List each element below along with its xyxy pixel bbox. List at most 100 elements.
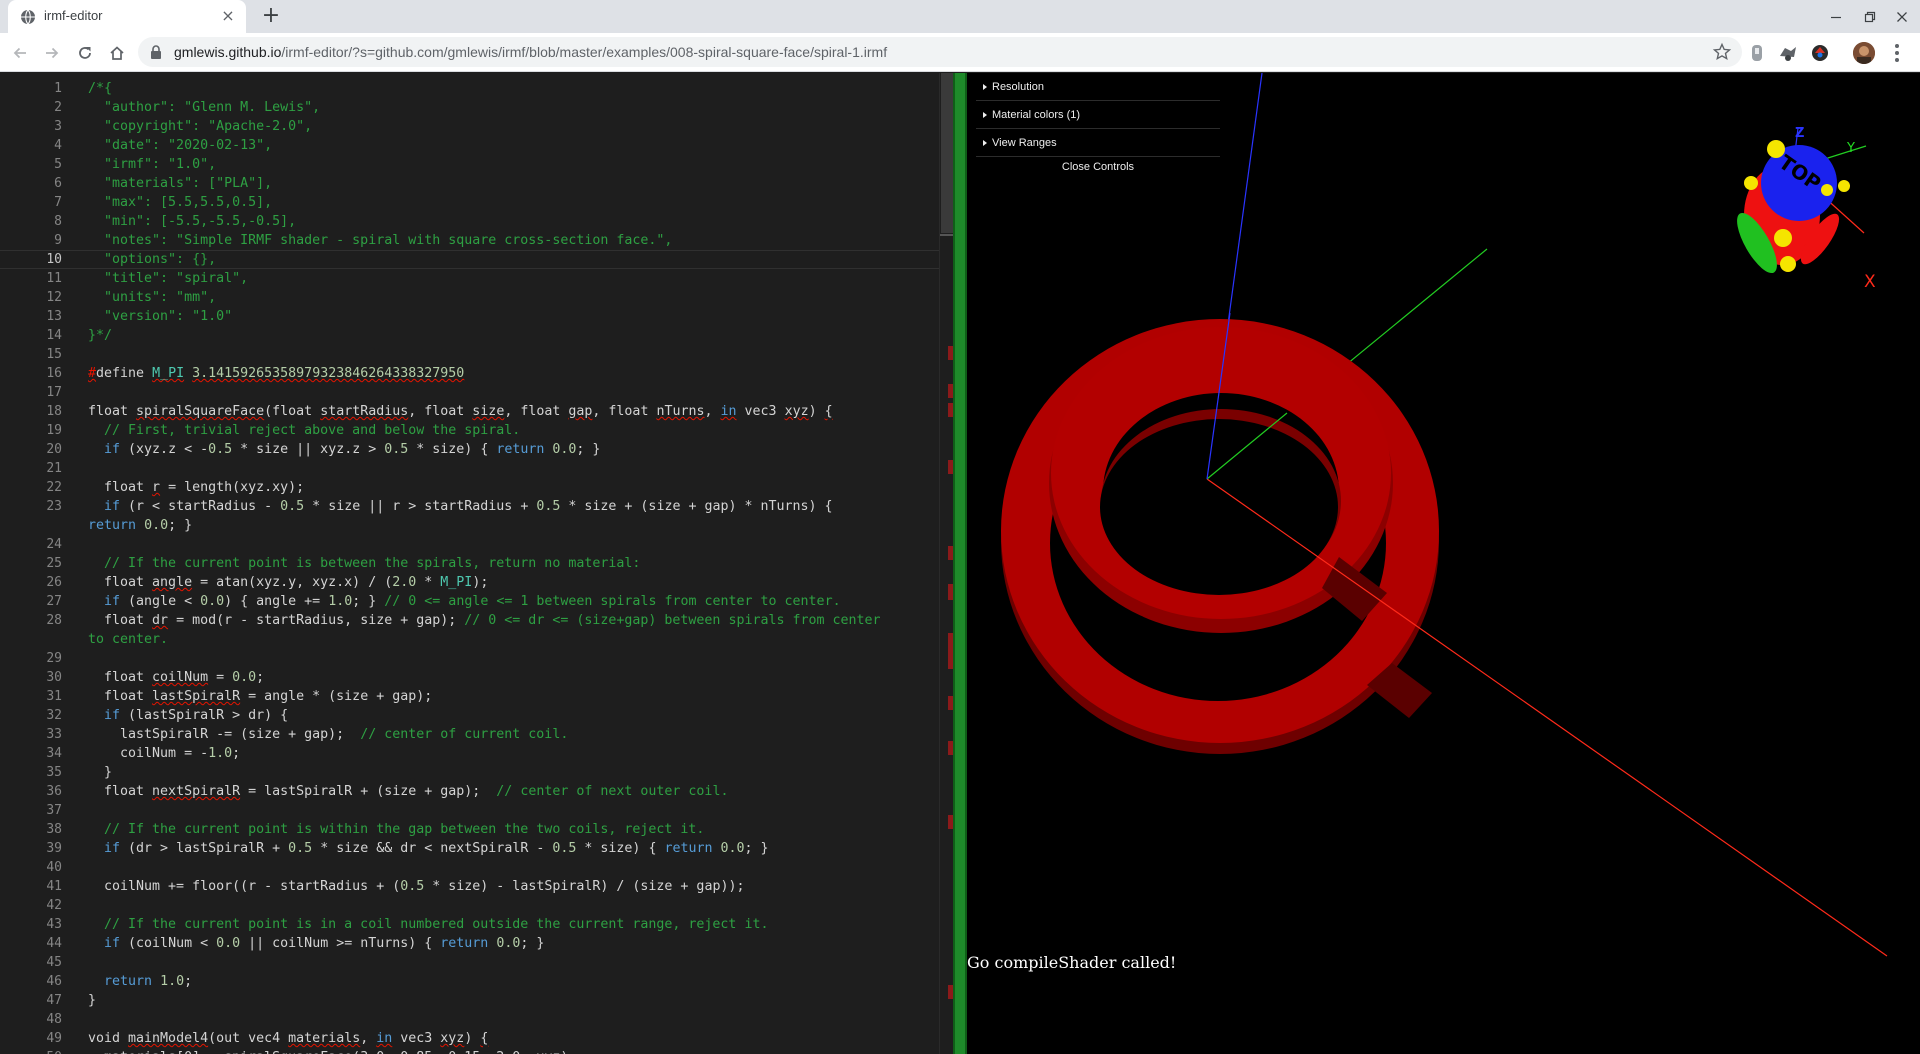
code-line[interactable]: "irmf": "1.0", — [88, 155, 216, 174]
code-line[interactable]: // If the current point is in a coil num… — [88, 915, 768, 934]
restore-window-button[interactable] — [1854, 0, 1886, 33]
code-line[interactable]: if (r < startRadius - 0.5 * size || r > … — [88, 497, 833, 516]
folder-label: Material colors (1) — [992, 109, 1081, 121]
browser-toolbar: gmlewis.github.io/irmf-editor/?s=github.… — [0, 33, 1920, 72]
gizmo-axis-z-label: Z — [1795, 126, 1804, 141]
code-line[interactable]: float nextSpiralR = lastSpiralR + (size … — [88, 782, 728, 801]
line-number: 16 — [46, 366, 62, 381]
code-line[interactable]: float angle = atan(xyz.y, xyz.x) / (2.0 … — [88, 573, 488, 592]
lock-icon[interactable] — [150, 45, 162, 59]
line-number: 45 — [46, 955, 62, 970]
code-line[interactable]: "min": [-5.5,-5.5,-0.5], — [88, 212, 296, 231]
arrow-left-icon — [13, 47, 26, 59]
code-line[interactable]: "materials": ["PLA"], — [88, 174, 272, 193]
folder-view-ranges[interactable]: View Ranges — [976, 129, 1220, 157]
code-line[interactable]: lastSpiralR -= (size + gap); // center o… — [88, 725, 568, 744]
code-line[interactable]: materials[0] = spiralSquareFace(3.0, 0.8… — [88, 1048, 576, 1054]
minimize-window-button[interactable] — [1820, 0, 1852, 33]
code-line[interactable]: float coilNum = 0.0; — [88, 668, 264, 687]
code-line[interactable]: /*{ — [88, 79, 112, 98]
browser-menu-button[interactable] — [1886, 42, 1908, 64]
scrollbar-thumb[interactable] — [941, 73, 953, 233]
code-line[interactable]: } — [88, 763, 112, 782]
line-number: 11 — [46, 271, 62, 286]
folder-label: View Ranges — [992, 137, 1057, 149]
extension-icon[interactable] — [1809, 42, 1831, 64]
view-cube-gizmo[interactable]: TOP X Y Z — [1730, 126, 1876, 292]
code-line[interactable]: } — [88, 991, 96, 1010]
reload-button[interactable] — [71, 39, 99, 67]
line-number: 34 — [46, 746, 62, 761]
profile-avatar[interactable] — [1853, 42, 1875, 64]
code-line[interactable]: // If the current point is within the ga… — [88, 820, 704, 839]
line-number: 44 — [46, 936, 62, 951]
close-window-button[interactable] — [1886, 0, 1918, 33]
globe-icon — [21, 9, 35, 25]
minimize-icon — [1831, 16, 1841, 18]
code-area[interactable]: /*{ "author": "Glenn M. Lewis", "copyrig… — [88, 73, 938, 1054]
editor-scrollbar[interactable] — [939, 73, 953, 1054]
line-number: 18 — [46, 404, 62, 419]
tab-close-icon[interactable]: × — [218, 6, 238, 26]
folder-resolution[interactable]: Resolution — [976, 73, 1220, 101]
extension-icon[interactable] — [1746, 42, 1768, 64]
code-line[interactable]: "notes": "Simple IRMF shader - spiral wi… — [88, 231, 672, 250]
code-line[interactable]: if (coilNum < 0.0 || coilNum >= nTurns) … — [88, 934, 544, 953]
address-bar[interactable]: gmlewis.github.io/irmf-editor/?s=github.… — [138, 37, 1742, 67]
caret-right-icon — [983, 84, 987, 90]
close-controls-button[interactable]: Close Controls — [976, 157, 1220, 179]
code-line[interactable]: float spiralSquareFace(float startRadius… — [88, 402, 833, 421]
back-button[interactable] — [6, 39, 34, 67]
code-line[interactable]: // First, trivial reject above and below… — [88, 421, 520, 440]
code-line[interactable]: void mainModel4(out vec4 materials, in v… — [88, 1029, 488, 1048]
code-editor[interactable]: 1 2 3 4 5 6 7 8 9 10 11 12 13 14 15 16 17 18 19 20 21 22 23 24 2… — [0, 73, 953, 1054]
code-line[interactable]: to center. — [88, 630, 168, 649]
code-line[interactable]: }*/ — [88, 326, 112, 345]
splitter-handle[interactable] — [953, 73, 967, 1054]
browser-tab[interactable]: irmf-editor × — [8, 0, 246, 33]
code-line[interactable]: "version": "1.0" — [88, 307, 232, 326]
url-text[interactable]: gmlewis.github.io/irmf-editor/?s=github.… — [174, 44, 887, 60]
scene-canvas[interactable]: TOP X Y Z — [967, 73, 1920, 1054]
line-number: 12 — [46, 290, 62, 305]
code-line[interactable]: "units": "mm", — [88, 288, 216, 307]
3d-viewport[interactable]: TOP X Y Z Resolution Material colors (1)… — [967, 73, 1920, 1054]
home-icon — [110, 46, 124, 60]
code-line[interactable]: #define M_PI 3.1415926535897932384626433… — [88, 364, 464, 383]
line-number: 21 — [46, 461, 62, 476]
line-number: 20 — [46, 442, 62, 457]
tab-title: irmf-editor — [44, 8, 103, 23]
code-line[interactable]: "date": "2020-02-13", — [88, 136, 272, 155]
folder-material-colors[interactable]: Material colors (1) — [976, 101, 1220, 129]
code-line[interactable]: "options": {}, — [88, 250, 216, 269]
code-line[interactable]: coilNum += floor((r - startRadius + (0.5… — [88, 877, 744, 896]
code-line[interactable]: if (angle < 0.0) { angle += 1.0; } // 0 … — [88, 592, 841, 611]
code-line[interactable]: if (dr > lastSpiralR + 0.5 * size && dr … — [88, 839, 769, 858]
code-line[interactable]: coilNum = -1.0; — [88, 744, 240, 763]
bookmark-star-icon[interactable] — [1712, 42, 1732, 62]
code-line[interactable]: if (xyz.z < -0.5 * size || xyz.z > 0.5 *… — [88, 440, 600, 459]
reload-icon — [79, 47, 91, 59]
code-line[interactable]: return 0.0; } — [88, 516, 192, 535]
line-number: 46 — [46, 974, 62, 989]
close-icon — [1897, 11, 1907, 22]
extension-icon[interactable] — [1777, 42, 1799, 64]
forward-button[interactable] — [38, 39, 66, 67]
line-number — [0, 630, 62, 649]
code-line[interactable]: float lastSpiralR = angle * (size + gap)… — [88, 687, 432, 706]
new-tab-button[interactable]: + — [258, 4, 284, 30]
line-number: 2 — [54, 100, 62, 115]
code-line[interactable]: float dr = mod(r - startRadius, size + g… — [88, 611, 881, 630]
code-line[interactable]: float r = length(xyz.xy); — [88, 478, 304, 497]
code-line[interactable]: // If the current point is between the s… — [88, 554, 640, 573]
code-line[interactable]: "copyright": "Apache-2.0", — [88, 117, 312, 136]
line-number: 39 — [46, 841, 62, 856]
code-line[interactable]: if (lastSpiralR > dr) { — [88, 706, 288, 725]
code-line[interactable]: "max": [5.5,5.5,0.5], — [88, 193, 272, 212]
code-line[interactable]: return 1.0; — [88, 972, 192, 991]
home-button[interactable] — [103, 39, 131, 67]
line-number: 47 — [46, 993, 62, 1008]
line-number: 10 — [46, 252, 62, 267]
code-line[interactable]: "title": "spiral", — [88, 269, 248, 288]
code-line[interactable]: "author": "Glenn M. Lewis", — [88, 98, 320, 117]
